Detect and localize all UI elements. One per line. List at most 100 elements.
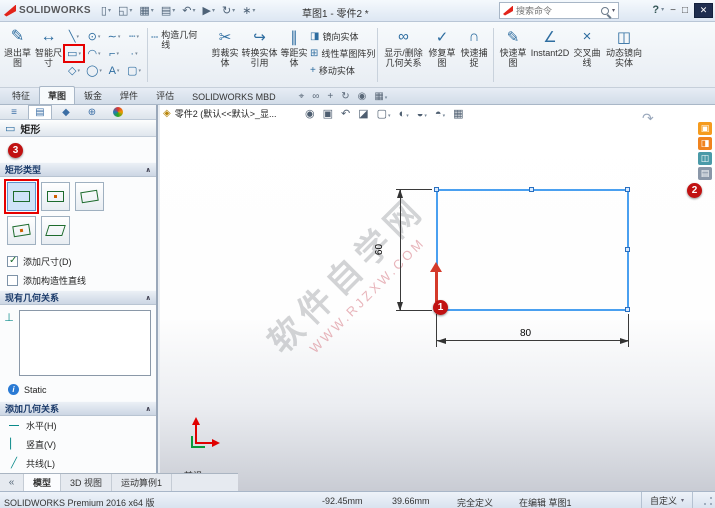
center-rectangle-button[interactable] xyxy=(41,182,70,211)
add-construction-lines-checkbox[interactable] xyxy=(7,275,18,286)
text-tool-icon[interactable]: A xyxy=(104,62,124,79)
rapid-sketch-button[interactable]: ✎ 快速草图 xyxy=(497,24,529,86)
select-icon[interactable]: ▶ xyxy=(202,3,214,19)
flyout-feature-tree[interactable]: ◈ 零件2 (默认<<默认>_显... xyxy=(163,107,276,120)
hide-show-items-icon[interactable]: ◒ xyxy=(417,108,427,120)
slot-tool-icon[interactable]: ▢ xyxy=(124,62,144,79)
smart-dimension-button[interactable]: ↔ 智能尺寸 xyxy=(33,24,64,86)
dimension-value-height[interactable]: 60 xyxy=(374,244,385,255)
target-icon[interactable]: ⌖ xyxy=(299,91,305,102)
tab-evaluate[interactable]: 评估 xyxy=(147,86,183,104)
existing-relations-header[interactable]: 现有几何关系 ∧ xyxy=(0,290,156,305)
options-icon[interactable]: ∗ xyxy=(242,3,255,19)
dimension-line-vertical[interactable] xyxy=(400,189,401,311)
three-point-center-rectangle-button[interactable] xyxy=(7,216,36,245)
previous-view-icon[interactable]: ↶ xyxy=(341,107,350,120)
tab-sketch[interactable]: 草图 xyxy=(39,86,76,104)
convert-entities-button[interactable]: ↪ 转换实体引用 xyxy=(241,24,278,86)
intersection-curve-button[interactable]: × 交叉曲线 xyxy=(571,24,603,86)
view-orientation-icon[interactable]: ▢ xyxy=(377,107,391,120)
instant2d-button[interactable]: ∠ Instant2D xyxy=(529,24,571,86)
centerline-tool-icon[interactable]: ┄ xyxy=(124,28,144,45)
tab-motion-study[interactable]: 运动算例1 xyxy=(112,474,173,491)
resize-grip[interactable] xyxy=(704,497,712,505)
rectangle-tool-icon[interactable]: ▭ xyxy=(63,44,85,63)
dimension-line-horizontal[interactable] xyxy=(437,340,629,341)
print-icon[interactable]: ▤ xyxy=(161,3,175,19)
add-dimensions-option[interactable]: 添加尺寸(D) xyxy=(0,252,156,271)
zoom-fit-icon[interactable]: ◉ xyxy=(305,107,315,120)
exit-sketch-button[interactable]: ✎ 退出草图 xyxy=(2,24,33,86)
move-entities-button[interactable]: + 移动实体 xyxy=(310,64,374,77)
repair-sketch-button[interactable]: ✓ 修复草图 xyxy=(426,24,458,86)
vertex-handle[interactable] xyxy=(625,187,630,192)
dimxpert-tab-icon[interactable]: ⊕ xyxy=(80,105,104,119)
section-view-icon[interactable]: ◪ xyxy=(358,107,368,120)
relation-horizontal-button[interactable]: — 水平(H) xyxy=(0,416,156,435)
open-icon[interactable]: ◱ xyxy=(118,3,132,19)
relation-collinear-button[interactable]: ╱ 共线(L) xyxy=(0,454,156,473)
property-manager-tab-icon[interactable]: ▤ xyxy=(28,105,52,120)
dimension-value-width[interactable]: 80 xyxy=(520,328,531,339)
mirror-entities-button[interactable]: ◨ 镜向实体 xyxy=(310,30,374,43)
relations-listbox[interactable] xyxy=(19,310,151,376)
split-view-icon[interactable]: ◫ xyxy=(698,152,712,165)
sketch-line-bottom[interactable] xyxy=(437,309,629,311)
pan-icon[interactable]: + xyxy=(327,91,333,102)
rectangle-type-header[interactable]: 矩形类型 ∧ xyxy=(0,162,156,177)
search-input[interactable] xyxy=(516,5,598,16)
tab-scroll-back-icon[interactable]: « xyxy=(0,474,24,491)
corner-rectangle-button[interactable] xyxy=(4,179,39,214)
trim-entities-button[interactable]: ✂ 剪裁实体 xyxy=(209,24,241,86)
maximize-icon[interactable]: □ xyxy=(682,5,688,16)
tab-3d-views[interactable]: 3D 视图 xyxy=(61,474,113,491)
tab-weldments[interactable]: 焊件 xyxy=(111,86,147,104)
tab-solidworks-mbd[interactable]: SOLIDWORKS MBD xyxy=(183,89,285,104)
arc-tool-icon[interactable]: ◠ xyxy=(84,45,104,62)
minimize-icon[interactable]: − xyxy=(670,5,676,16)
add-dimensions-checkbox[interactable] xyxy=(7,255,18,267)
rebuild-icon[interactable]: ↻ xyxy=(222,3,235,19)
line-tool-icon[interactable]: ╲ xyxy=(64,28,84,45)
midpoint-handle[interactable] xyxy=(625,247,630,252)
display-style-icon[interactable]: ◐ xyxy=(399,108,409,120)
circle-tool-icon[interactable]: ⊙ xyxy=(84,28,104,45)
vertex-handle[interactable] xyxy=(625,307,630,312)
help-button[interactable]: ? xyxy=(652,4,664,16)
linear-pattern-button[interactable]: ⊞ 线性草图阵列 xyxy=(310,47,375,60)
units-selector[interactable]: 自定义 ▾ xyxy=(640,492,693,508)
scene-icon[interactable]: ▦ xyxy=(453,107,463,120)
dynamic-mirror-button[interactable]: ◫ 动态镜向实体 xyxy=(603,24,645,86)
monitor-icon[interactable]: ▦ xyxy=(374,91,387,102)
zoom-area-icon[interactable]: ▣ xyxy=(323,107,333,120)
display-delete-relations-button[interactable]: ∞ 显示/删除几何关系 xyxy=(381,24,426,86)
spline-tool-icon[interactable]: ∼ xyxy=(104,28,124,45)
relation-vertical-button[interactable]: ▏ 竖直(V) xyxy=(0,435,156,454)
midpoint-handle[interactable] xyxy=(529,187,534,192)
polygon-tool-icon[interactable]: ◇ xyxy=(64,62,84,79)
zoom-icon[interactable]: ◉ xyxy=(358,91,367,102)
close-icon[interactable]: ✕ xyxy=(694,2,713,18)
quick-snaps-button[interactable]: ∩ 快速捕捉 xyxy=(458,24,490,86)
add-relations-header[interactable]: 添加几何关系 ∧ xyxy=(0,401,156,416)
glasses-icon[interactable]: ∞ xyxy=(312,91,319,102)
construction-geometry-button[interactable]: ┄ 构造几何线 xyxy=(151,24,209,86)
search-icon[interactable] xyxy=(600,6,609,15)
feature-tree-tab-icon[interactable]: ≡ xyxy=(2,105,26,119)
tab-sheet-metal[interactable]: 钣金 xyxy=(75,86,111,104)
fullscreen-icon[interactable]: ▣ xyxy=(698,122,712,135)
rotate-icon[interactable]: ↻ xyxy=(341,91,349,102)
ellipse-tool-icon[interactable]: ◯ xyxy=(84,62,104,79)
tab-model[interactable]: 模型 xyxy=(24,474,62,491)
save-icon[interactable]: ▦ xyxy=(139,3,153,19)
add-construction-lines-option[interactable]: 添加构造性直线 xyxy=(0,271,156,290)
undo-icon[interactable]: ↶ xyxy=(182,3,195,19)
appearance-icon[interactable]: ◓ xyxy=(435,108,445,120)
configuration-tab-icon[interactable]: ◆ xyxy=(54,105,78,119)
search-dropdown-icon[interactable]: ▾ xyxy=(612,7,615,14)
grid-view-icon[interactable]: ▤ xyxy=(698,167,712,180)
viewport-icon[interactable]: ◨ xyxy=(698,137,712,150)
vertex-handle[interactable] xyxy=(434,187,439,192)
fillet-tool-icon[interactable]: ⌐ xyxy=(104,45,124,62)
display-manager-tab-icon[interactable] xyxy=(106,105,130,119)
